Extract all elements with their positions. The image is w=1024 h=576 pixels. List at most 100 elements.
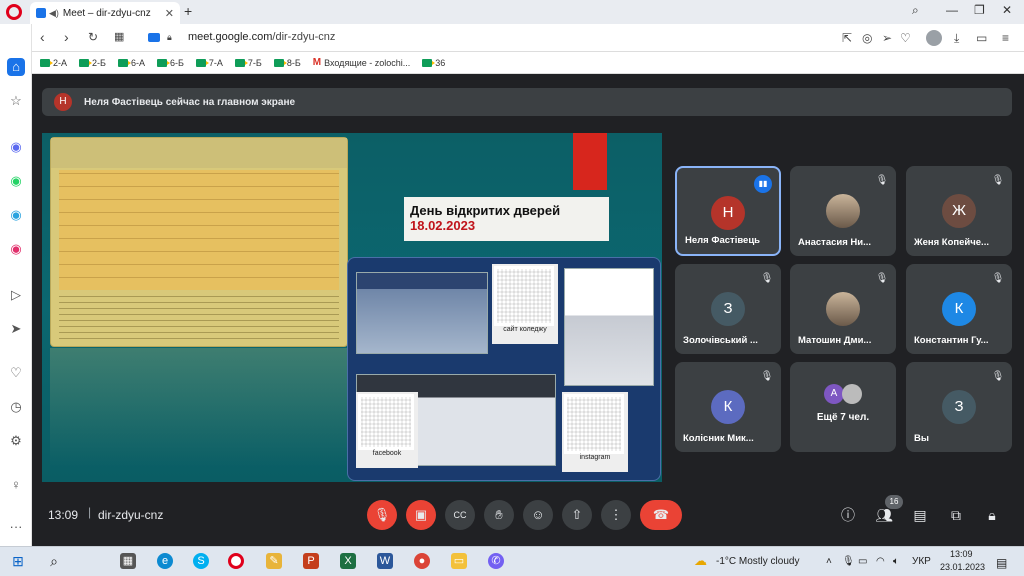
tips-icon[interactable]: ♀ (7, 476, 25, 494)
excel-icon[interactable]: X (340, 553, 356, 569)
tray-arrow-icon[interactable]: ˄ (826, 556, 832, 567)
new-tab-button[interactable]: + (184, 3, 192, 19)
meeting-time: 13:09 (48, 508, 79, 522)
participant-tile[interactable]: К Колісник Мик... 🎙︎ (675, 362, 781, 452)
history-icon[interactable]: ◷ (7, 398, 25, 416)
participant-avatar: З (711, 292, 745, 326)
bookmark-item[interactable]: 6-Б (156, 57, 184, 68)
participant-tile[interactable]: К Константин Гу... 🎙︎ (906, 264, 1012, 354)
volume-icon[interactable]: 🔈︎ (893, 556, 899, 567)
camera-icon[interactable] (148, 33, 160, 42)
language-indicator[interactable]: УКР (912, 556, 931, 567)
opera-logo-icon[interactable] (6, 4, 22, 20)
meet-icon (156, 58, 170, 67)
screenshot-icon[interactable]: ◎ (862, 31, 872, 45)
speaker-icon[interactable]: ◀) (49, 8, 59, 19)
heart-icon[interactable]: ♡ (900, 31, 911, 45)
search-tabs-icon[interactable]: ⌕ (912, 3, 919, 18)
captions-button[interactable]: CC (445, 500, 475, 530)
back-button[interactable]: ‹ (40, 29, 45, 45)
download-icon[interactable]: ⤓ (954, 31, 959, 46)
bookmark-item[interactable]: 36 (422, 58, 445, 68)
emoji-button[interactable]: ☺ (523, 500, 553, 530)
bookmark-item[interactable]: 2-А (40, 58, 67, 68)
edge-icon[interactable]: e (157, 553, 173, 569)
bookmark-item[interactable]: 7-А (195, 58, 223, 68)
notifications-icon[interactable]: ▤ (996, 556, 1007, 570)
bookmark-item[interactable]: M Входящие - zolochi... (313, 57, 411, 68)
network-icon[interactable]: ▭ (858, 556, 867, 567)
calculator-icon[interactable]: ▦ (120, 553, 136, 569)
opera-taskbar-icon[interactable] (228, 553, 244, 569)
chrome-icon[interactable]: ● (414, 553, 430, 569)
share-icon[interactable]: ⇱ (842, 31, 852, 45)
bookmark-label: 6-Б (169, 57, 184, 68)
heart-icon[interactable]: ♡ (7, 364, 25, 382)
instagram-icon[interactable]: ◉ (7, 240, 25, 258)
viber-icon[interactable]: ✆ (488, 553, 504, 569)
close-tab-icon[interactable]: ✕ (165, 7, 174, 20)
more-options-button[interactable]: ⋮ (601, 500, 631, 530)
tab-meet[interactable]: ◀) Meet – dir-zdyu-cnz ✕ (30, 2, 180, 24)
skype-icon[interactable]: S (193, 553, 209, 569)
word-icon[interactable]: W (377, 553, 393, 569)
camera-off-button[interactable]: ▣ (406, 500, 436, 530)
participant-tile[interactable]: A Ещё 7 чел. (790, 362, 896, 452)
qr-label-instagram: instagram (579, 454, 611, 461)
profile-avatar[interactable] (926, 30, 942, 46)
host-controls-icon[interactable]: 🔒︎ (982, 505, 1002, 525)
player-icon[interactable]: ▷ (7, 286, 25, 304)
search-icon[interactable]: ⌕ (46, 553, 62, 569)
bookmark-item[interactable]: 8-Б (273, 58, 301, 68)
paint-icon[interactable]: ✎ (266, 553, 282, 569)
maximize-button[interactable]: ❐ (974, 3, 985, 17)
file-explorer-icon[interactable]: ▭ (451, 553, 467, 569)
present-screen-button[interactable]: ⇧ (562, 500, 592, 530)
windows-start-icon[interactable]: ⊞ (10, 553, 26, 569)
whatsapp-icon[interactable]: ◉ (7, 172, 25, 190)
settings-icon[interactable]: ⚙ (7, 432, 25, 450)
wifi-icon[interactable]: ◠ (876, 556, 885, 567)
lock-icon[interactable]: 🔒︎ (167, 32, 172, 43)
powerpoint-icon[interactable]: P (303, 553, 319, 569)
participant-tile[interactable]: З Золочівський ... 🎙︎ (675, 264, 781, 354)
bookmark-item[interactable]: 6-А (117, 58, 145, 68)
more-icon[interactable]: ··· (7, 518, 25, 536)
activities-icon[interactable]: ⧉ (946, 505, 966, 525)
clock-date[interactable]: 23.01.2023 (940, 562, 985, 572)
bookmarks-bar: 2-А 2-Б 6-А 6-Б 7-А 7-Б 8-Б M Входящие - zolochi… (32, 52, 1024, 74)
participant-tile[interactable]: Анастасия Ни... 🎙︎ (790, 166, 896, 256)
weather-text[interactable]: -1°C Mostly cloudy (716, 556, 799, 567)
info-icon[interactable]: ⓘ (838, 505, 858, 525)
presentation-screen[interactable]: День відкритих дверей 18.02.2023 сайт ко… (42, 133, 662, 482)
qr-panel: сайт коледжу facebook instagram (347, 257, 661, 481)
participant-tile[interactable]: Матошин Дми... 🎙︎ (790, 264, 896, 354)
bookmark-icon[interactable]: ☆ (7, 92, 25, 110)
clock-time[interactable]: 13:09 (950, 549, 973, 559)
send-icon[interactable]: ➢ (882, 31, 892, 45)
chat-icon[interactable]: ▤ (910, 505, 930, 525)
forward-button[interactable]: › (64, 29, 69, 45)
menu-icon[interactable]: ≡ (1002, 31, 1009, 45)
weather-icon[interactable]: ☁ (694, 553, 707, 569)
tabs-grid-icon[interactable]: ▦ (114, 30, 124, 43)
participant-tile[interactable]: Ж Женя Копейче... 🎙︎ (906, 166, 1012, 256)
messenger-icon[interactable]: ◉ (7, 138, 25, 156)
end-call-button[interactable]: ☎ (640, 500, 682, 530)
close-window-button[interactable]: ✕ (1002, 3, 1012, 17)
minimize-button[interactable]: — (946, 3, 958, 17)
mic-muted-icon: 🎙︎ (991, 371, 1005, 382)
mic-off-button[interactable]: 🎙︎ (367, 500, 397, 530)
url-field[interactable]: meet.google.com/dir-zdyu-cnz (188, 31, 335, 43)
mic-tray-icon[interactable]: 🎙︎ (842, 556, 855, 567)
raise-hand-button[interactable]: ✋︎ (484, 500, 514, 530)
bookmark-item[interactable]: 2-Б (79, 58, 106, 68)
battery-icon[interactable]: ▭ (976, 31, 987, 45)
telegram-icon[interactable]: ◉ (7, 206, 25, 224)
participant-tile[interactable]: З Вы 🎙︎ (906, 362, 1012, 452)
bookmark-item[interactable]: 7-Б (234, 58, 262, 68)
reload-button[interactable]: ↻ (88, 30, 98, 44)
participant-tile[interactable]: Н Неля Фастівець ▮▮ (675, 166, 781, 256)
send-arrow-icon[interactable]: ➤ (7, 320, 25, 338)
home-icon[interactable]: ⌂ (7, 58, 25, 76)
